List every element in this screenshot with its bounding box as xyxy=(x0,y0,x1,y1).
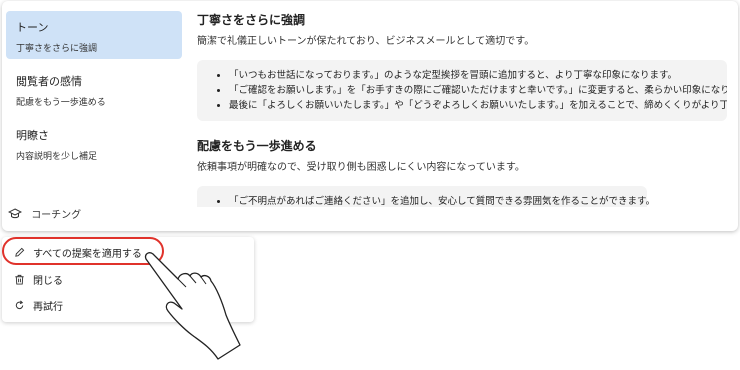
pointing-hand-icon xyxy=(144,252,241,360)
suggestion-box: 「ご不明点があればご連絡ください」を追加し、安心して質問できる雰囲気を作ることが… xyxy=(197,186,655,207)
coaching-panel: トーン 丁寧さをさらに強調 閲覧者の感情 配慮をもう一歩進める 明瞭さ 内容説明… xyxy=(2,1,738,231)
section-title: 配慮をもう一歩進める xyxy=(197,139,317,153)
sidebar-item-subtitle: 丁寧さをさらに強調 xyxy=(16,44,98,54)
menu-item-label: 再試行 xyxy=(33,302,63,313)
sidebar-item-subtitle: 内容説明を少し補足 xyxy=(16,152,98,162)
sidebar-item-title: 明瞭さ xyxy=(16,129,49,142)
sidebar-item-tone[interactable]: トーン 丁寧さをさらに強調 xyxy=(6,11,182,59)
section-title: 丁寧さをさらに強調 xyxy=(197,13,306,27)
menu-item-label: 閉じる xyxy=(33,276,63,287)
sidebar-item-title: 閲覧者の感情 xyxy=(16,75,82,88)
sidebar-item-clarity[interactable]: 明瞭さ 内容説明を少し補足 xyxy=(6,119,182,170)
coaching-icon xyxy=(7,207,23,218)
sidebar-item-title: トーン xyxy=(16,21,49,34)
section-description: 依頼事項が明確なので、受け取り側も困惑しにくい内容になっています。 xyxy=(197,162,525,173)
suggestion-item: 「いつもお世話になっております。」のような定型挨拶を冒頭に追加すると、より丁寧な… xyxy=(229,68,717,83)
trash-icon xyxy=(15,274,24,285)
suggestion-item: 「ご確認をお願いします。」を「お手すきの際にご確認いただけますと幸いです。」に変… xyxy=(229,83,727,98)
suggestion-content[interactable]: 丁寧さをさらに強調 簡潔で礼儀正しいトーンが保たれており、ビジネスメールとして適… xyxy=(197,11,727,207)
section-description: 簡潔で礼儀正しいトーンが保たれており、ビジネスメールとして適切です。 xyxy=(197,36,535,47)
retry-button[interactable]: 再試行 xyxy=(14,298,63,313)
suggestion-item: 最後に「よろしくお願いいたします。」や「どうぞよろしくお願いいたします。」を加え… xyxy=(229,98,727,113)
suggestion-item: 「ご不明点があればご連絡ください」を追加し、安心して質問できる雰囲気を作ることが… xyxy=(229,194,655,207)
sidebar-item-subtitle: 配慮をもう一歩進める xyxy=(16,98,106,108)
coaching-label: コーチング xyxy=(31,210,82,221)
coaching-button[interactable]: コーチング xyxy=(7,206,82,221)
suggestion-box: 「いつもお世話になっております。」のような定型挨拶を冒頭に追加すると、より丁寧な… xyxy=(197,60,727,121)
retry-icon xyxy=(15,300,24,310)
close-button[interactable]: 閉じる xyxy=(14,272,63,287)
sidebar-item-reader-feelings[interactable]: 閲覧者の感情 配慮をもう一歩進める xyxy=(6,65,182,116)
